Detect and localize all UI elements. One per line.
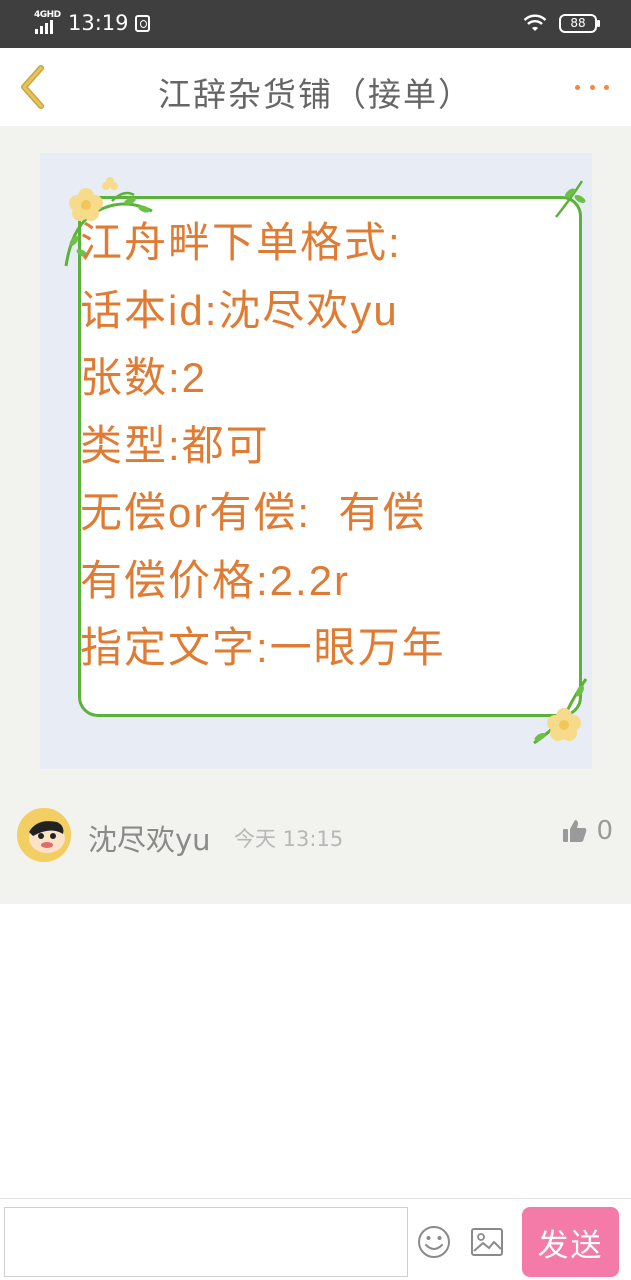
avatar[interactable] [17,808,71,862]
leaf-decoration-icon [555,180,586,218]
thumbs-up-icon [563,820,587,842]
more-dot [575,84,580,90]
wifi-icon [523,14,547,31]
page-title: 江辞杂货铺（接单） [158,75,473,114]
reply-input[interactable] [4,1207,408,1277]
status-right: 88 [523,13,600,33]
format-line: 张数:2 [80,354,208,401]
chevron-left-icon [21,65,44,109]
picture-icon [471,1228,503,1256]
sync-icon [134,14,150,32]
smiley-icon [418,1226,450,1258]
send-button[interactable]: 发送 [522,1207,619,1277]
cartoon-avatar-icon [17,808,71,862]
back-button[interactable] [14,64,54,110]
status-time: 13:19 [68,11,129,35]
order-format-text: 江舟畔下单格式: 话本id:沈尽欢yu 张数:2 类型:都可 无偿or有偿: 有… [80,209,446,682]
format-line: 江舟畔下单格式: [80,219,402,266]
emoji-button[interactable] [417,1225,451,1259]
reply-bar: 发送 [0,1198,631,1280]
status-left: 4GHD 13:19 [34,10,150,36]
header: 江辞杂货铺（接单） [0,48,631,126]
flower-decoration-icon [533,678,588,745]
format-line: 指定文字:一眼万年 [80,624,446,671]
signal-bars [35,20,53,34]
format-line: 无偿or有偿: 有偿 [80,489,427,536]
post-meta: 沈尽欢yu 今天 13:15 0 [0,800,631,870]
more-button[interactable] [575,70,609,104]
post-content: 江舟畔下单格式: 话本id:沈尽欢yu 张数:2 类型:都可 无偿or有偿: 有… [0,126,631,904]
battery-icon: 88 [559,13,600,33]
network-type: 4GHD [34,10,61,20]
signal-icon: 4GHD [34,10,62,36]
status-bar: 4GHD 13:19 88 [0,0,631,48]
image-button[interactable] [470,1225,504,1259]
more-dot [589,84,595,90]
like-count: 0 [596,816,613,846]
like-button[interactable]: 0 [562,816,613,846]
format-line: 话本id:沈尽欢yu [80,286,399,334]
more-dot [604,84,609,90]
post-timestamp: 今天 13:15 [234,827,344,851]
post-image[interactable]: 江舟畔下单格式: 话本id:沈尽欢yu 张数:2 类型:都可 无偿or有偿: 有… [40,153,592,769]
author-name[interactable]: 沈尽欢yu [88,817,211,859]
format-line: 类型:都可 [80,421,270,469]
format-line: 有偿价格:2.2r [80,556,351,604]
